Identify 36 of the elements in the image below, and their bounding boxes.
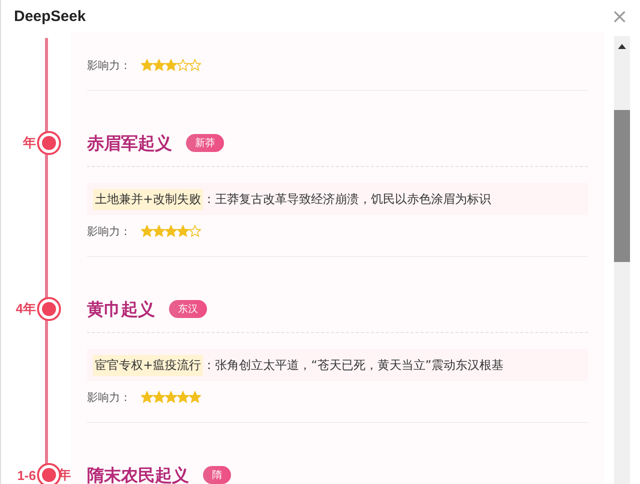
star-icon bbox=[165, 225, 177, 237]
cause-highlight: 宦官专权+瘟疫流行 bbox=[93, 354, 204, 376]
timeline-node bbox=[39, 133, 59, 153]
star-icon bbox=[153, 391, 165, 403]
window-title: DeepSeek bbox=[14, 8, 86, 24]
year-label: 年 bbox=[23, 134, 36, 152]
dynasty-tag: 东汉 bbox=[169, 300, 207, 318]
star-icon bbox=[189, 391, 201, 403]
event-title: 隋末农民起义 bbox=[87, 464, 189, 484]
star-icon bbox=[165, 59, 177, 71]
star-icon bbox=[141, 225, 153, 237]
event-title: 赤眉军起义 bbox=[87, 132, 172, 154]
star-icon bbox=[141, 59, 153, 71]
empty-star-icon bbox=[189, 59, 201, 71]
star-icon bbox=[165, 391, 177, 403]
year-label: 4年 bbox=[16, 300, 36, 318]
timeline-node bbox=[39, 299, 59, 319]
dynasty-tag: 隋 bbox=[203, 466, 231, 484]
impact-label: 影响力： bbox=[87, 58, 131, 72]
year-label: 1-6 bbox=[17, 468, 36, 482]
star-icon bbox=[141, 391, 153, 403]
scroll-up-icon[interactable] bbox=[618, 44, 626, 49]
star-icon bbox=[153, 225, 165, 237]
star-icon bbox=[177, 225, 189, 237]
scroll-thumb[interactable] bbox=[614, 110, 630, 262]
dynasty-tag: 新莽 bbox=[186, 134, 224, 152]
cause-highlight: 土地兼并+改制失败 bbox=[93, 188, 204, 210]
cause-text: ：王莽复古改革导致经济崩溃，饥民以赤色涂眉为标识 bbox=[203, 190, 492, 208]
event-title: 黄巾起义 bbox=[87, 298, 155, 320]
cause-text: ：张角创立太平道，“苍天已死，黄天当立”震动东汉根基 bbox=[203, 356, 504, 374]
impact-label: 影响力： bbox=[87, 390, 131, 404]
star-icon bbox=[153, 59, 165, 71]
scrollbar[interactable] bbox=[614, 36, 630, 484]
close-button[interactable]: × bbox=[609, 6, 630, 26]
impact-label: 影响力： bbox=[87, 224, 131, 238]
star-icon bbox=[177, 391, 189, 403]
